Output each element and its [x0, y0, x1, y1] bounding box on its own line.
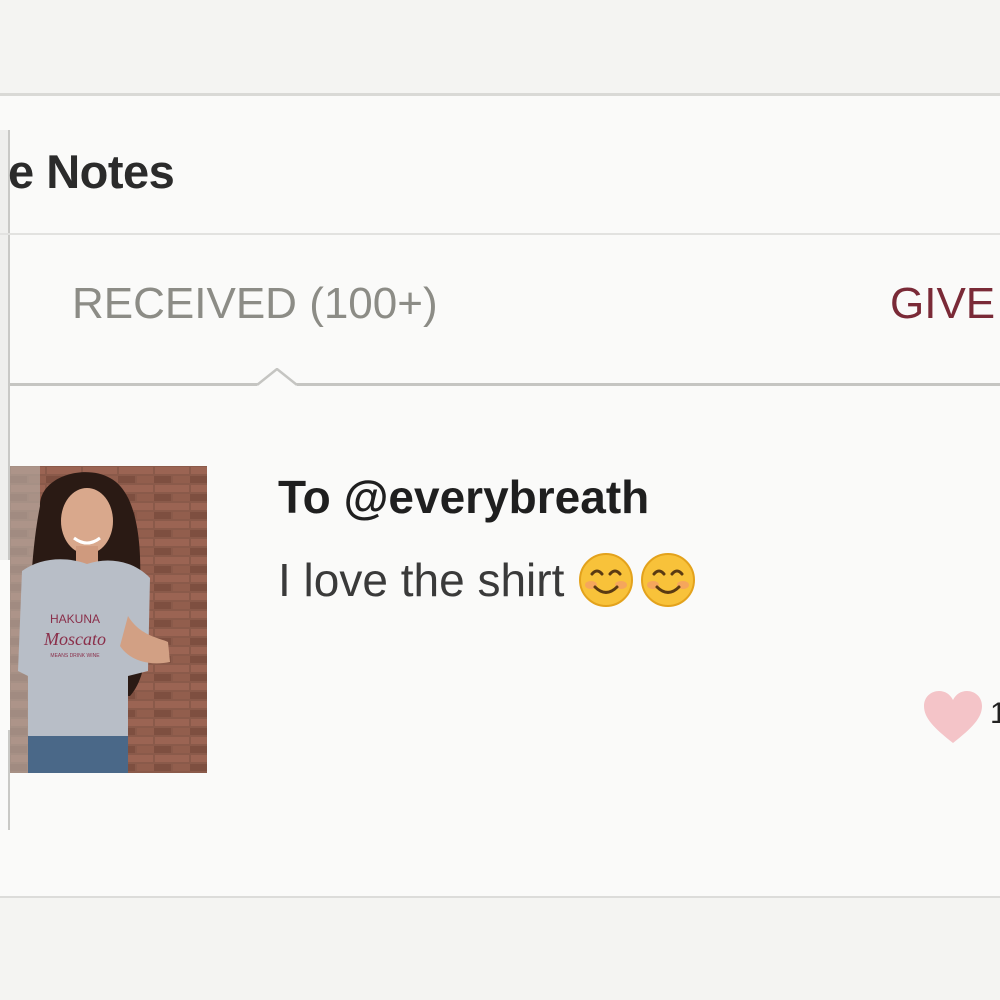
tabs-divider	[10, 383, 1000, 386]
shirt-print-line2: Moscato	[43, 629, 106, 649]
smiling-face-icon	[579, 553, 634, 607]
active-tab-indicator	[257, 368, 297, 388]
note-message-text: I love the shirt	[278, 554, 565, 606]
like-count: 1	[990, 697, 1000, 730]
note-message: I love the shirt	[278, 552, 696, 608]
header-divider	[0, 233, 1000, 235]
smiling-face-icon	[641, 553, 696, 607]
note-recipient: To @everybreath	[278, 471, 650, 523]
tab-received-count: (100+)	[309, 279, 438, 328]
tab-received[interactable]: RECEIVED (100+)	[72, 279, 438, 329]
tab-given-label: GIVE	[890, 279, 996, 328]
shirt-print-line1: HAKUNA	[50, 612, 100, 626]
screen: e Notes RECEIVED (100+) GIVE HAKUNA Mosc…	[0, 0, 1000, 1000]
heart-icon[interactable]	[922, 690, 984, 745]
page-title: e Notes	[8, 145, 175, 198]
side-drawer-edge-lower	[0, 730, 10, 830]
tab-received-label: RECEIVED	[72, 279, 297, 328]
tab-given[interactable]: GIVE	[890, 279, 995, 329]
shirt-print-line3: MEANS DRINK WINE	[50, 653, 100, 659]
note-photo[interactable]: HAKUNA Moscato MEANS DRINK WINE	[10, 466, 207, 773]
